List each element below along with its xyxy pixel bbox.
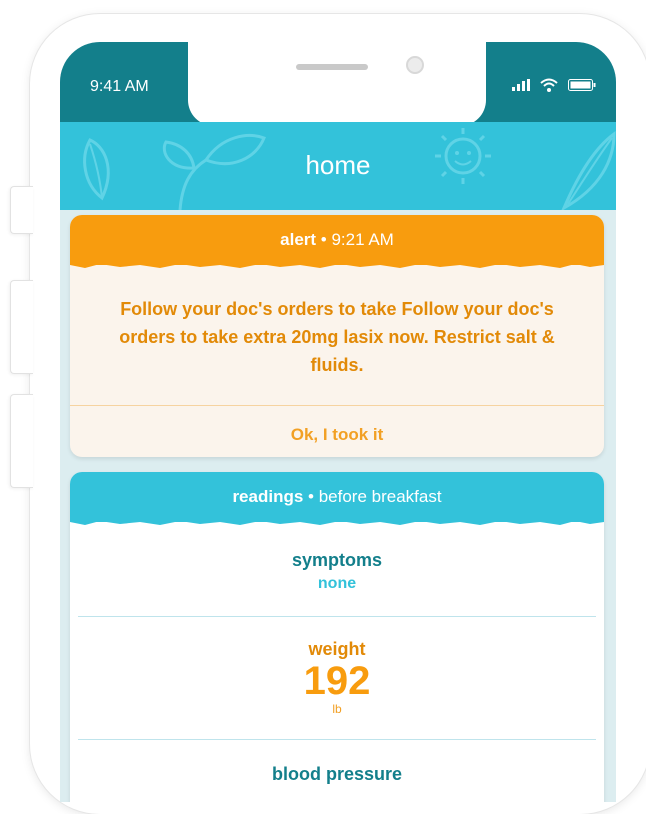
weight-label: weight bbox=[308, 639, 366, 659]
signal-icon bbox=[512, 79, 530, 91]
rough-edge bbox=[70, 263, 604, 268]
readings-separator: • bbox=[303, 487, 319, 506]
notch bbox=[188, 42, 486, 126]
page-title: home bbox=[305, 150, 371, 180]
alert-time: 9:21 AM bbox=[331, 230, 394, 249]
alert-header: alert • 9:21 AM bbox=[70, 215, 604, 268]
blood-pressure-reading[interactable]: blood pressure bbox=[70, 740, 604, 785]
alert-message: Follow your doc's orders to take Follow … bbox=[119, 299, 555, 375]
blood-pressure-label: blood pressure bbox=[271, 764, 403, 784]
wifi-icon bbox=[540, 78, 558, 92]
alert-card: alert • 9:21 AM Follow your doc's orders… bbox=[70, 215, 604, 457]
alert-separator: • bbox=[316, 230, 332, 249]
symptoms-value: none bbox=[317, 575, 357, 592]
readings-card: readings • before breakfast symptoms non… bbox=[70, 472, 604, 802]
volume-up-button bbox=[10, 280, 33, 374]
acknowledge-button[interactable]: Ok, I took it bbox=[70, 406, 604, 457]
weight-unit: lb bbox=[332, 702, 342, 716]
weight-value: 192 bbox=[303, 659, 371, 703]
status-time: 9:41 AM bbox=[90, 78, 149, 95]
front-camera bbox=[406, 56, 424, 74]
readings-context: before breakfast bbox=[318, 487, 442, 506]
phone-screen: 9:41 AM home alert • 9:21 AM Follow your… bbox=[60, 42, 616, 802]
speaker-grille bbox=[296, 64, 368, 70]
rough-edge bbox=[70, 520, 604, 525]
volume-down-button bbox=[10, 394, 33, 488]
status-bar: 9:41 AM bbox=[60, 42, 616, 126]
readings-header: readings • before breakfast bbox=[70, 472, 604, 525]
silent-switch bbox=[10, 186, 33, 234]
readings-label: readings bbox=[232, 487, 304, 506]
symptoms-label: symptoms bbox=[291, 550, 383, 570]
symptoms-reading[interactable]: symptoms none bbox=[70, 522, 604, 616]
alert-label: alert bbox=[280, 230, 317, 249]
app-header: home bbox=[60, 122, 616, 210]
status-icons bbox=[512, 78, 596, 92]
weight-reading[interactable]: weight 192 lb bbox=[70, 617, 604, 739]
battery-icon bbox=[568, 79, 596, 91]
